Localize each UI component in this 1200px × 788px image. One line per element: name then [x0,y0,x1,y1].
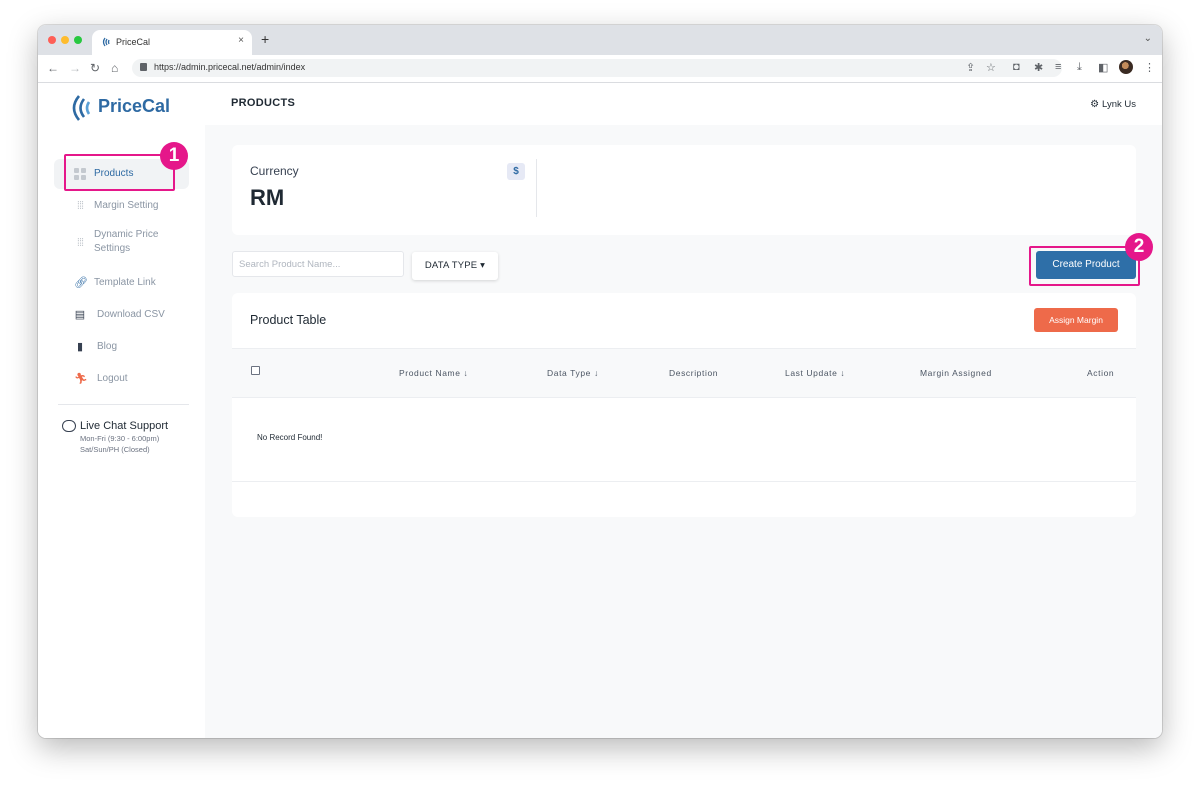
sidebar-item-download-csv[interactable]: ▤ Download CSV [54,300,189,330]
currency-label: Currency [250,164,299,178]
extensions-puzzle-icon[interactable]: ✱ [1034,61,1043,74]
search-product-input[interactable] [232,251,404,277]
data-type-dropdown[interactable]: DATA TYPE ▾ [412,252,498,280]
label-line-2: Settings [94,243,131,254]
side-panel-icon[interactable]: ◧ [1098,61,1108,74]
running-person-icon: 🏃︎ [74,373,88,385]
column-description: Description [669,368,719,378]
maximize-window-button[interactable] [74,36,82,44]
dollar-icon: $ [507,163,525,180]
lynk-us-label: Lynk Us [1102,99,1136,110]
column-product-name[interactable]: Product Name ↓ [399,368,468,378]
assign-margin-button[interactable]: Assign Margin [1034,308,1118,332]
column-action: Action [1087,368,1115,378]
currency-card: Currency RM $ [232,145,1136,235]
browser-toolbar: ← → ↻ ⌂ https://admin.pricecal.net/admin… [38,55,1162,83]
home-icon[interactable]: ⌂ [111,61,118,75]
highlight-box-products [64,154,175,191]
label-line-1: Dynamic Price [94,229,159,240]
product-table-card: Product Table Assign Margin Product Name… [232,293,1136,517]
browser-menu-icon[interactable]: ⋮ [1144,61,1155,74]
page-title: PRODUCTS [231,97,296,109]
table-title: Product Table [250,313,327,327]
address-bar[interactable]: https://admin.pricecal.net/admin/index ⇪… [132,59,1062,77]
sidebar-item-label: Blog [97,341,118,352]
browser-tab[interactable]: PriceCal × [92,30,252,55]
step-marker-1: 1 [160,142,188,170]
share-icon[interactable]: ⇪ [966,61,975,74]
address-url: https://admin.pricecal.net/admin/index [154,62,306,72]
gear-icon: ⚙ [1090,99,1100,110]
column-data-type[interactable]: Data Type ↓ [547,368,599,378]
reading-list-icon[interactable]: ≡ [1055,61,1061,73]
sidebar-item-label: Margin Setting [94,200,159,211]
reload-icon[interactable]: ↻ [90,61,100,75]
file-icon: ▤ [74,309,86,321]
table-header: Product Name ↓ Data Type ↓ Description L… [232,348,1136,398]
pricecal-favicon-icon [102,37,110,47]
book-icon: ▮ [76,341,84,353]
chat-title: Live Chat Support [80,420,169,432]
column-margin-assigned: Margin Assigned [920,368,992,378]
app-root: PriceCal Products ⁞⁞⁞ Margin Setting ⁞⁞⁞… [38,83,1162,738]
link-icon: 🔗︎ [74,277,88,289]
tab-search-chevron-icon[interactable]: ⌄ [1144,33,1152,44]
forward-arrow-icon[interactable]: → [69,61,81,75]
bookmark-star-icon[interactable]: ☆ [986,61,996,74]
highlight-box-create [1029,246,1140,286]
sidebar-divider [58,404,189,405]
sliders-icon: ⁞⁞⁞ [76,200,84,212]
new-tab-button[interactable]: + [261,31,269,47]
table-footer-divider [232,481,1136,482]
chat-hours-weekend: Sat/Sun/PH (Closed) [80,445,150,454]
browser-window: PriceCal × + ⌄ ← → ↻ ⌂ https://admin.pri… [38,25,1162,738]
minimize-window-button[interactable] [61,36,69,44]
download-icon[interactable]: ⤓ [1077,61,1082,74]
sidebar-item-margin-setting[interactable]: ⁞⁞⁞ Margin Setting [54,191,189,221]
profile-avatar[interactable] [1119,60,1133,74]
column-last-update[interactable]: Last Update ↓ [785,368,845,378]
sidebar-item-label: Logout [97,373,128,384]
pricecal-logo-icon [72,95,91,121]
sidebar-item-logout[interactable]: 🏃︎ Logout [54,364,189,394]
brand-name: PriceCal [98,96,171,116]
currency-value: RM [250,185,285,210]
chat-hours-weekday: Mon-Fri (9:30 - 6:00pm) [80,434,160,443]
step-marker-2: 2 [1125,233,1153,261]
empty-table-message: No Record Found! [257,433,323,442]
sidebar-item-blog[interactable]: ▮ Blog [54,332,189,362]
sidebar-item-label: Dynamic Price Settings [94,228,158,256]
back-arrow-icon[interactable]: ← [47,61,59,75]
lock-icon [140,63,147,71]
sidebar-item-label: Download CSV [97,309,165,320]
tab-close-icon[interactable]: × [238,35,244,46]
select-all-checkbox[interactable] [251,366,260,375]
chat-bubble-icon [62,420,76,432]
sidebar-item-label: Template Link [94,277,156,288]
tab-bar: PriceCal × + ⌄ [38,25,1162,55]
close-window-button[interactable] [48,36,56,44]
sidebar-item-dynamic-price-settings[interactable]: ⁞⁞⁞ Dynamic Price Settings [54,223,189,263]
camera-extension-icon[interactable]: ◘ [1013,61,1020,73]
tab-title: PriceCal [116,37,151,47]
card-divider [536,159,537,217]
sliders-icon: ⁞⁞⁞ [76,237,84,249]
sidebar-item-template-link[interactable]: 🔗︎ Template Link [54,268,189,298]
lynk-us-link[interactable]: ⚙ Lynk Us [1090,99,1136,110]
top-header: PRODUCTS ⚙ Lynk Us [205,83,1162,125]
